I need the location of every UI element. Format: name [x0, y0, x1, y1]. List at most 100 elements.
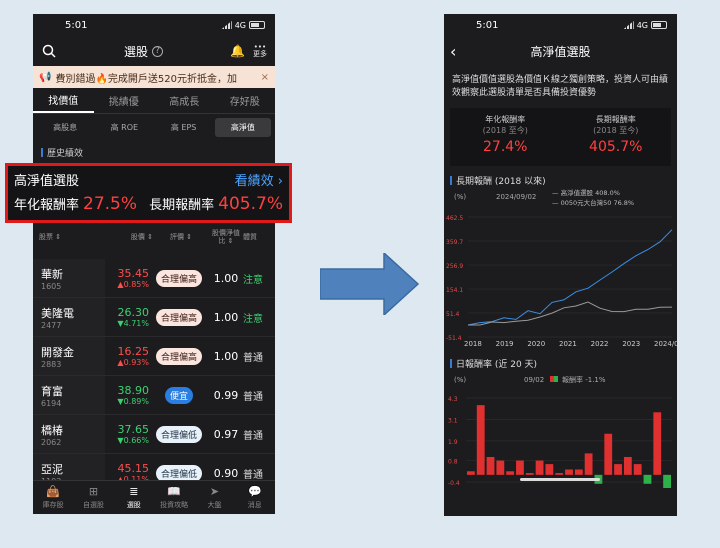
- x-tick-label: 2024/09/02: [654, 340, 677, 347]
- rating-badge: 合理偏低: [155, 464, 202, 482]
- highlight-name: 高淨值選股: [14, 174, 80, 189]
- y-unit-label: (%): [454, 376, 466, 384]
- stock-change: ▼4.71%: [117, 319, 149, 328]
- tab-value[interactable]: 找價值: [33, 88, 94, 113]
- health-tag: 注意: [243, 313, 263, 325]
- subtab-high-dividend[interactable]: 高股息: [37, 118, 93, 137]
- signal-icon: [221, 21, 232, 29]
- stock-name: 橋椿: [41, 423, 63, 437]
- daily-bar: [614, 464, 622, 475]
- highlight-box[interactable]: 高淨值選股 看績效 › 年化報酬率 27.5% 長期報酬率 405.7%: [5, 163, 292, 223]
- bottom-nav: 👜 庫存股 ⊞ 自選股 ≣ 選股 📖 投資攻略 ➤ 大盤 💬 消息: [33, 480, 275, 514]
- rating-badge: 合理偏高: [155, 347, 202, 365]
- annual-value: 27.4%: [483, 139, 528, 155]
- stock-name-cell: 育富 6194: [33, 376, 105, 414]
- subtab-high-nav[interactable]: 高淨值: [214, 117, 271, 137]
- y-tick-label: 154.1: [446, 287, 463, 294]
- rating-badge: 便宜: [164, 386, 193, 404]
- status-time: 5:01: [65, 19, 88, 31]
- nav-watchlist[interactable]: ⊞ 自選股: [73, 481, 113, 514]
- help-icon[interactable]: ?: [152, 45, 164, 57]
- stock-change: ▲0.85%: [117, 280, 149, 289]
- stock-name: 亞泥: [41, 462, 63, 476]
- pb-value: 1.00: [213, 310, 239, 324]
- stock-price: 45.15: [117, 462, 150, 475]
- subtab-high-roe[interactable]: 高 ROE: [96, 118, 152, 137]
- status-icons: 4G: [623, 21, 667, 30]
- rating-badge: 合理偏高: [155, 269, 202, 287]
- y-tick-label: 4.3: [448, 396, 458, 403]
- rating-cell: 合理偏高: [149, 269, 209, 287]
- left-phone-screen: 5:01 4G 選股 ? 🔔 ••• 更多 📢 費別錯過🔥完成開戶送520元折抵…: [33, 14, 275, 514]
- compass-icon: ➤: [209, 485, 220, 498]
- table-row[interactable]: 美隆電 2477 26.30 ▼4.71% 合理偏高 1.00 注意: [33, 298, 275, 337]
- legend-item: — 高淨值選股 408.0%: [552, 188, 620, 197]
- tab-performance[interactable]: 挑績優: [94, 88, 155, 113]
- annual-metric: 年化報酬率 (2018 至今) 27.4%: [450, 108, 561, 166]
- nav-screener[interactable]: ≣ 選股: [114, 481, 154, 514]
- col-tag[interactable]: 體質: [243, 232, 269, 242]
- table-row[interactable]: 橋椿 2062 37.65 ▼0.66% 合理偏低 0.97 普通: [33, 415, 275, 454]
- page-title: 高淨值選股: [530, 44, 591, 59]
- main-tabs: 找價值 挑績優 高成長 存好股: [33, 88, 275, 114]
- back-icon[interactable]: ‹: [450, 42, 456, 61]
- col-pb[interactable]: 股價淨值比 ⇕: [209, 229, 243, 245]
- x-tick-label: 2021: [559, 340, 577, 347]
- pb-value: 1.00: [213, 271, 239, 285]
- tab-good-stock[interactable]: 存好股: [215, 88, 276, 113]
- table-header: 股票 ⇕ 股價 ⇕ 評價 ⇕ 股價淨值比 ⇕ 體質: [33, 224, 275, 250]
- nav-market[interactable]: ➤ 大盤: [194, 481, 234, 514]
- daily-bar: [476, 405, 485, 475]
- stock-change: ▼0.89%: [117, 397, 149, 406]
- rating-cell: 便宜: [149, 386, 209, 404]
- col-price[interactable]: 股價 ⇕: [105, 232, 153, 242]
- stock-change: ▲0.93%: [117, 358, 149, 367]
- long-value: 405.7%: [589, 139, 643, 155]
- stock-name: 華新: [41, 267, 63, 281]
- price-cell: 35.45 ▲0.85%: [105, 267, 149, 289]
- table-row[interactable]: 育富 6194 38.90 ▼0.89% 便宜 0.99 普通: [33, 376, 275, 415]
- nav-holdings[interactable]: 👜 庫存股: [33, 481, 73, 514]
- col-stock[interactable]: 股票 ⇕: [39, 232, 105, 242]
- daily-return-chart: (%) 09/02 報酬率 -1.1% 4.3 3.1 1.9 0.8 -0.4: [448, 375, 672, 495]
- sub-tabs: 高股息 高 ROE 高 EPS 高淨值: [33, 114, 275, 140]
- more-button[interactable]: ••• 更多: [253, 44, 267, 58]
- rating-cell: 合理偏低: [149, 464, 209, 482]
- rating-cell: 合理偏高: [149, 308, 209, 326]
- daily-bar: [545, 464, 554, 475]
- rating-badge: 合理偏低: [155, 425, 202, 443]
- y-tick-label: 0.8: [448, 459, 458, 466]
- health-tag: 普通: [243, 352, 263, 364]
- nav-news[interactable]: 💬 消息: [235, 481, 275, 514]
- close-icon[interactable]: ×: [261, 72, 269, 83]
- nav-strategy[interactable]: 📖 投資攻略: [154, 481, 194, 514]
- health-tag: 普通: [243, 430, 263, 442]
- daily-bar: [535, 460, 544, 475]
- stock-name-cell: 開發金 2883: [33, 337, 105, 375]
- table-row[interactable]: 開發金 2883 16.25 ▲0.93% 合理偏高 1.00 普通: [33, 337, 275, 376]
- table-row[interactable]: 華新 1605 35.45 ▲0.85% 合理偏高 1.00 注意: [33, 259, 275, 298]
- right-arrow-icon: [320, 253, 420, 315]
- y-tick-label: 359.7: [446, 239, 463, 246]
- stock-price: 37.65: [117, 423, 150, 436]
- right-phone-screen: 5:01 4G ‹ 高淨值選股 高淨值價值選股為價值Ｋ線之獨創策略，投資人可由績…: [444, 14, 677, 516]
- long-metric: 長期報酬率 (2018 至今) 405.7%: [561, 108, 672, 166]
- subtab-high-eps[interactable]: 高 EPS: [156, 118, 212, 137]
- view-performance-link[interactable]: 看績效 ›: [235, 170, 283, 189]
- long-label: 長期報酬率: [149, 198, 215, 213]
- x-tick-label: 2019: [496, 340, 514, 347]
- y-tick-label: 1.9: [448, 439, 458, 446]
- long-return-chart: (%) 2024/09/02 — 高淨值選股 408.0%— 0050元大台灣50 …: [446, 188, 677, 348]
- promo-banner[interactable]: 📢 費別錯過🔥完成開戶送520元折抵金，加 ×: [33, 66, 275, 88]
- bag-icon: 👜: [46, 485, 61, 498]
- x-tick-label: 2020: [527, 340, 545, 347]
- daily-bar: [653, 412, 662, 475]
- stock-name: 美隆電: [41, 306, 74, 320]
- bell-icon[interactable]: 🔔: [230, 44, 245, 58]
- search-icon[interactable]: [41, 43, 57, 59]
- col-rating[interactable]: 評價 ⇕: [153, 232, 209, 242]
- stock-price: 16.25: [117, 345, 150, 358]
- tab-growth[interactable]: 高成長: [154, 88, 215, 113]
- stock-code: 1605: [41, 281, 62, 291]
- y-tick-label: -0.4: [448, 480, 460, 487]
